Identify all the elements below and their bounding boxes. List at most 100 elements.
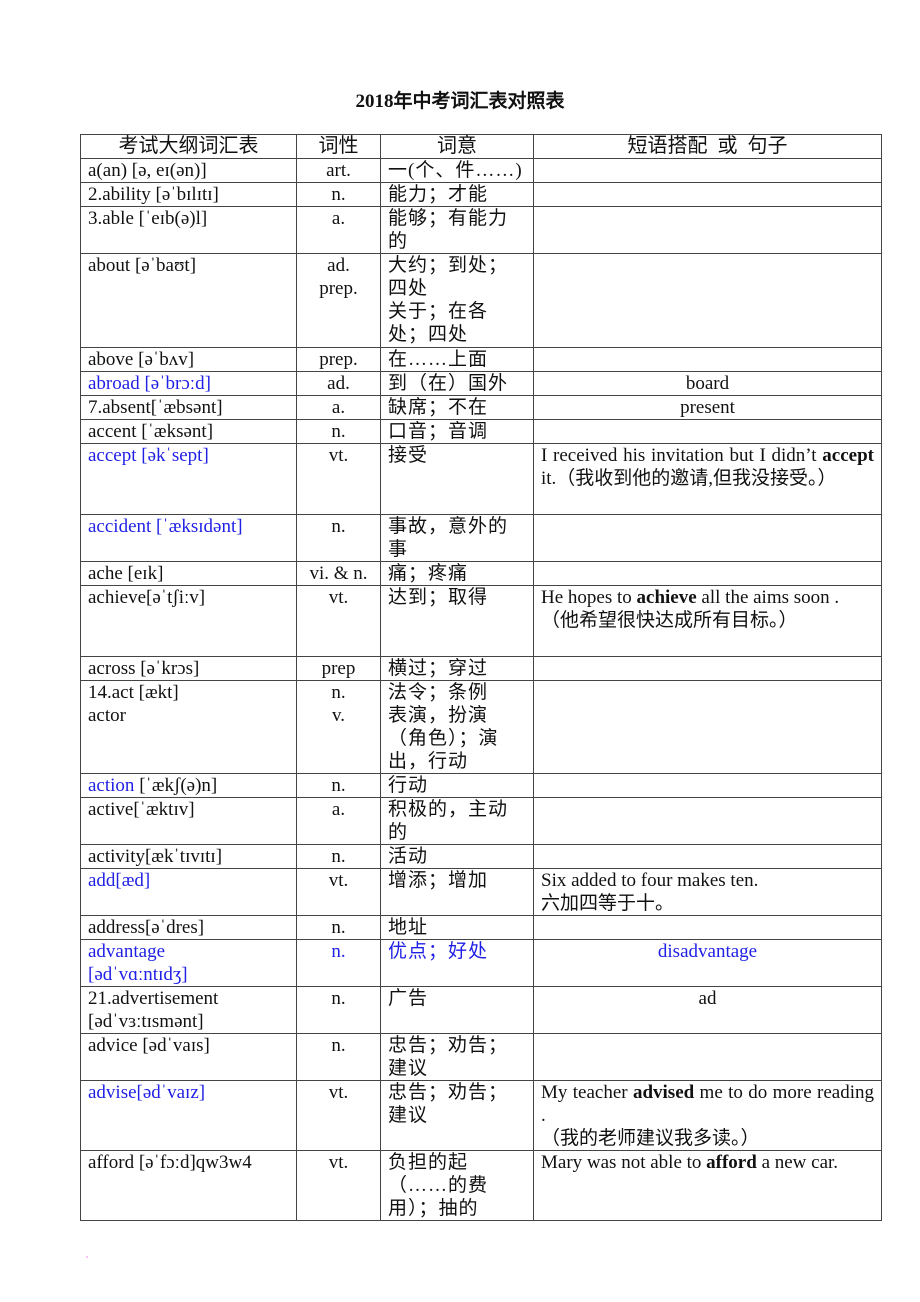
table-row: accident [ˈæksɪdənt] n. 事故，意外的事 [80,514,882,562]
word-cell: 7.absent[ˈæbsənt] [80,395,297,420]
pos-cell: n. [296,986,381,1034]
pos-cell: a. [296,395,381,420]
table-row: abroad [əˈbrɔːd] ad. 到（在）国外 board [80,371,882,396]
meaning-cell: 达到；取得 [380,585,534,657]
word-cell: 14.act [ækt] actor [80,680,297,774]
pos-cell: a. [296,797,381,845]
example-cell: He hopes to achieve all the aims soon . … [533,585,882,657]
pos-cell: prep [296,656,381,681]
pos-cell: n. [296,773,381,798]
example-cell: My teacher advised me to do more reading… [533,1080,882,1151]
meaning-cell: 缺席；不在 [380,395,534,420]
word-cell: accept [əkˈsept] [80,443,297,515]
example-cell [533,206,882,254]
meaning-cell: 一(个、件……) [380,158,534,183]
word-cell: above [əˈbʌv] [80,347,297,372]
word-cell: advantage [ədˈvɑːntɪdʒ] [80,939,297,987]
example-text: Mary was not able to [541,1152,707,1173]
stray-mark [86,1256,88,1258]
table-row: advantage [ədˈvɑːntɪdʒ] n. 优点；好处 disadvanta… [80,939,882,987]
word-cell: ache [eɪk] [80,561,297,586]
pos-cell: ad. [296,371,381,396]
table-row: above [əˈbʌv] prep. 在……上面 [80,347,882,372]
table-row: a(an) [ə, eɪ(ən)] art. 一(个、件……) [80,158,882,183]
example-cell: Six added to four makes ten. 六加四等于十。 [533,868,882,916]
example-text: it.（我收到他的邀请,但我没接受。） [541,468,837,489]
meaning-cell: 地址 [380,915,534,940]
table-row: across [əˈkrɔs] prep 横过；穿过 [80,656,882,681]
table-row: ache [eɪk] vi. & n. 痛；疼痛 [80,561,882,586]
table-body: a(an) [ə, eɪ(ən)] art. 一(个、件……) 2.ability [… [80,158,882,1221]
example-keyword: afford [706,1152,757,1173]
header-example: 短语搭配 或 句子 [533,134,882,159]
vocabulary-table: 考试大纲词汇表 词性 词意 短语搭配 或 句子 a(an) [ə, eɪ(ən)… [80,134,882,1221]
pos-cell: vt. [296,868,381,916]
pos-cell: vt. [296,443,381,515]
example-cell [533,347,882,372]
example-text: My teacher [541,1082,633,1103]
example-cell [533,158,882,183]
table-row: 2.ability [əˈbɪlɪtɪ] n. 能力；才能 [80,182,882,207]
pos-cell: vt. [296,1080,381,1151]
meaning-cell: 能力；才能 [380,182,534,207]
example-text: a new car. [756,1152,839,1173]
pos-cell: n. [296,844,381,869]
word-cell: about [əˈbaʊt] [80,253,297,348]
pos-cell: prep. [296,347,381,372]
word-cell: accident [ˈæksɪdənt] [80,514,297,562]
example-keyword: advised [632,1082,695,1103]
example-cell [533,773,882,798]
table-row: afford [əˈfɔːd]qw3w4 vt. 负担的起（……的费用）；抽的 Mar… [80,1150,882,1221]
example-cell: disadvantage [533,939,882,987]
meaning-cell: 痛；疼痛 [380,561,534,586]
table-row: accept [əkˈsept] vt. 接受 I received his invi… [80,443,882,515]
word-cell: across [əˈkrɔs] [80,656,297,681]
word-cell: 21.advertisement [ədˈvɜːtɪsmənt] [80,986,297,1034]
meaning-cell: 广告 [380,986,534,1034]
example-keyword: achieve [636,587,697,608]
word-phonetic: [ˈækʃ(ə)n] [134,775,218,796]
pos-cell: ad. prep. [296,253,381,348]
meaning-cell: 忠告；劝告；建议 [380,1033,534,1081]
pos-cell: vt. [296,1150,381,1221]
table-header-row: 考试大纲词汇表 词性 词意 短语搭配 或 句子 [80,134,882,159]
word-cell: activity[ækˈtɪvɪtɪ] [80,844,297,869]
header-meaning: 词意 [380,134,534,159]
example-cell [533,680,882,774]
example-cell [533,915,882,940]
word-cell: afford [əˈfɔːd]qw3w4 [80,1150,297,1221]
table-row: 14.act [ækt] actor n. v. 法令；条例 表演，扮演（角色）；演… [80,680,882,774]
word-cell: action [ˈækʃ(ə)n] [80,773,297,798]
table-row: active[ˈæktɪv] a. 积极的，主动的 [80,797,882,845]
meaning-cell: 行动 [380,773,534,798]
meaning-cell: 在……上面 [380,347,534,372]
example-cell: ad [533,986,882,1034]
example-cell [533,253,882,348]
example-cell [533,514,882,562]
meaning-cell: 能够；有能力的 [380,206,534,254]
pos-cell: n. v. [296,680,381,774]
meaning-cell: 优点；好处 [380,939,534,987]
pos-cell: n. [296,419,381,444]
meaning-cell: 活动 [380,844,534,869]
table-row: activity[ækˈtɪvɪtɪ] n. 活动 [80,844,882,869]
table-row: advice [ədˈvaɪs] n. 忠告；劝告；建议 [80,1033,882,1081]
example-cell: board [533,371,882,396]
table-row: add[æd] vt. 增添；增加 Six added to four makes t… [80,868,882,916]
pos-cell: art. [296,158,381,183]
pos-cell: n. [296,939,381,987]
table-row: 7.absent[ˈæbsənt] a. 缺席；不在 present [80,395,882,420]
meaning-cell: 大约；到处；四处 关于；在各处；四处 [380,253,534,348]
word-cell: active[ˈæktɪv] [80,797,297,845]
word-cell: achieve[əˈtʃiːv] [80,585,297,657]
example-cell [533,844,882,869]
word-cell: add[æd] [80,868,297,916]
meaning-cell: 到（在）国外 [380,371,534,396]
example-cell [533,561,882,586]
word-cell: abroad [əˈbrɔːd] [80,371,297,396]
pos-cell: n. [296,915,381,940]
table-row: action [ˈækʃ(ə)n] n. 行动 [80,773,882,798]
meaning-cell: 增添；增加 [380,868,534,916]
word-cell: 2.ability [əˈbɪlɪtɪ] [80,182,297,207]
example-cell [533,182,882,207]
